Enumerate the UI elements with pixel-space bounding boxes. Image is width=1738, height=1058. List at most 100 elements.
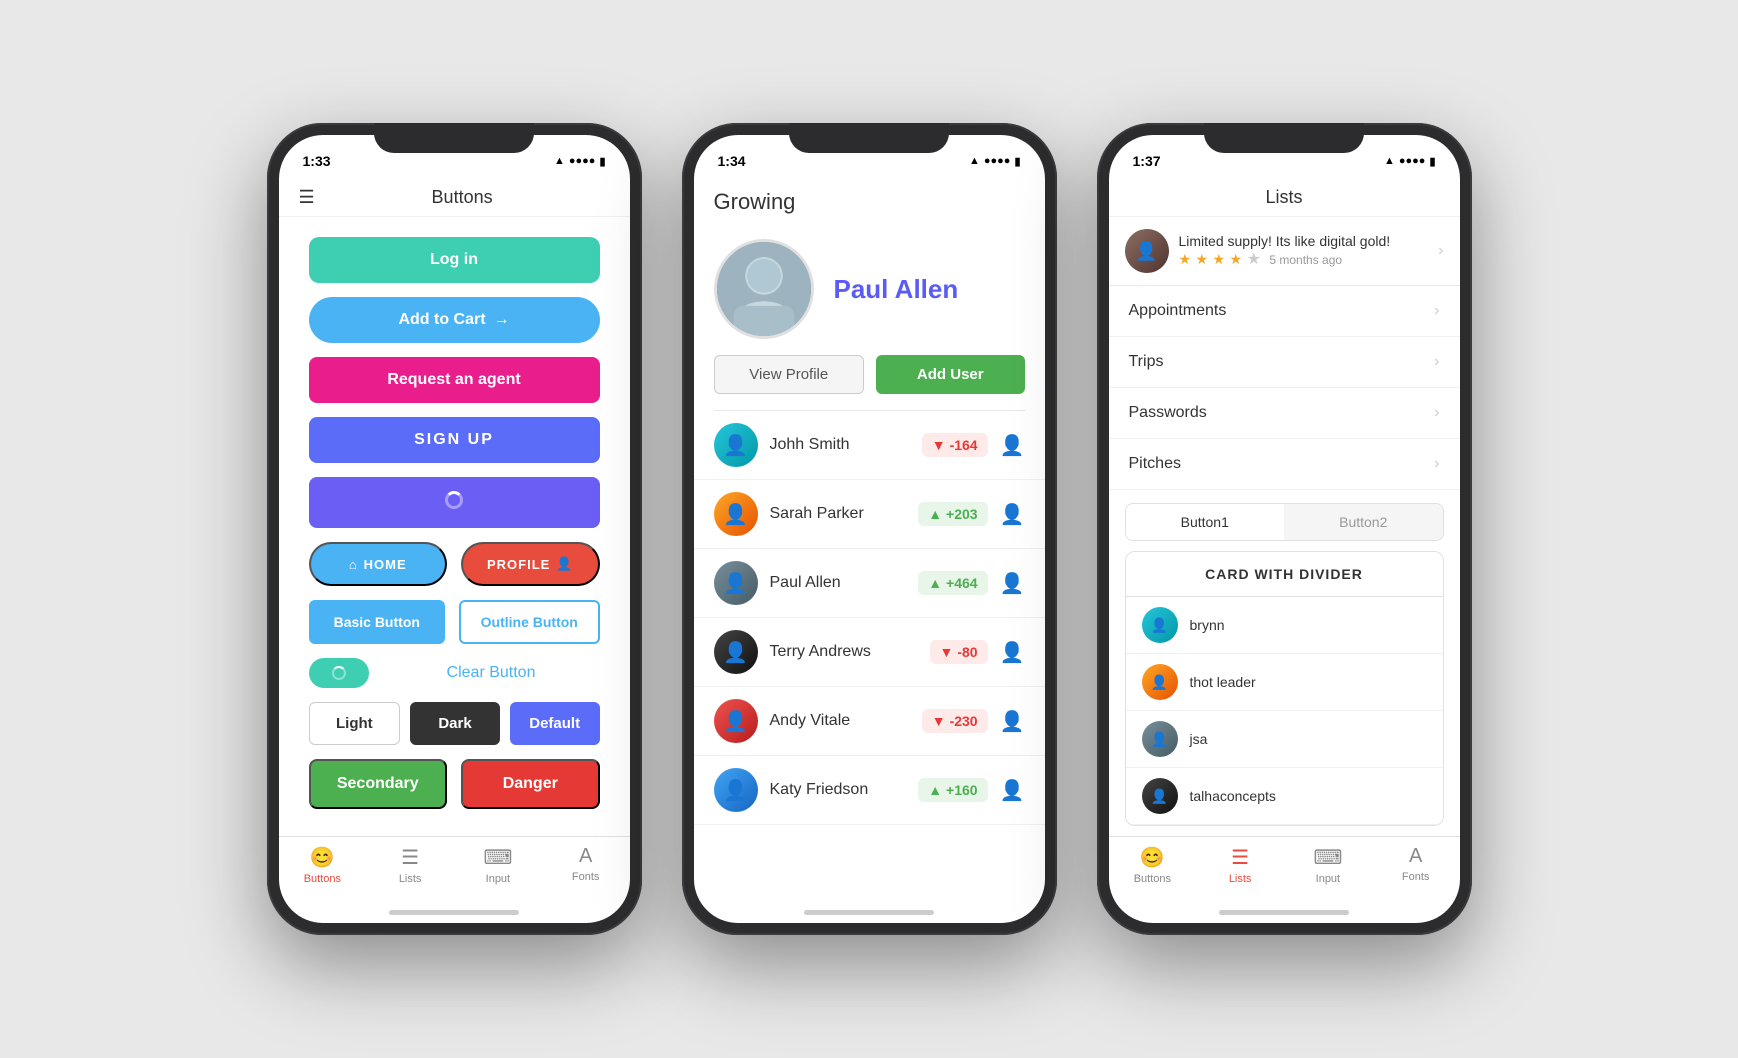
arrow-down-0: ▼ [932, 437, 946, 453]
home-label: HOME [364, 557, 407, 572]
notch-3 [1204, 123, 1364, 153]
promo-banner[interactable]: 👤 Limited supply! Its like digital gold!… [1109, 217, 1460, 286]
list-item-3[interactable]: Pitches › [1109, 439, 1460, 490]
input-tab-icon: ⌨ [483, 845, 512, 870]
list-items: Appointments › Trips › Passwords › Pitch… [1109, 286, 1460, 493]
spinner-icon [445, 491, 463, 509]
user-avatar-2: 👤 [714, 561, 758, 605]
user-name-0: Johh Smith [770, 436, 910, 454]
profile-action-buttons: View Profile Add User [694, 355, 1045, 410]
time-1: 1:33 [303, 153, 331, 169]
tab3-lists[interactable]: ☰ Lists [1196, 845, 1284, 885]
list-label-0: Appointments [1129, 302, 1435, 320]
outline-button[interactable]: Outline Button [459, 600, 600, 644]
add-user-button[interactable]: Add User [876, 355, 1025, 394]
score-val-5: +160 [946, 782, 978, 798]
list-item-0[interactable]: Appointments › [1109, 286, 1460, 337]
list-item-2[interactable]: Passwords › [1109, 388, 1460, 439]
score-val-0: -164 [950, 437, 978, 453]
list-item-1[interactable]: Trips › [1109, 337, 1460, 388]
secondary-button[interactable]: Secondary [309, 759, 448, 809]
user-avatar-1: 👤 [714, 492, 758, 536]
seg-button2[interactable]: Button2 [1284, 504, 1443, 540]
seg-button1[interactable]: Button1 [1126, 504, 1285, 540]
star-3: ★ [1213, 251, 1226, 267]
promo-time: 5 months ago [1269, 253, 1342, 267]
avatar-image [717, 239, 811, 339]
phone3-header: Lists [1109, 179, 1460, 217]
tab3-input[interactable]: ⌨ Input [1284, 845, 1372, 885]
toggle-clear-row: Clear Button [309, 658, 600, 688]
card-item-2: 👤 jsa [1126, 711, 1443, 768]
tab-fonts[interactable]: A Fonts [542, 845, 630, 885]
basic-button[interactable]: Basic Button [309, 600, 446, 644]
profile-name: Paul Allen [834, 274, 959, 305]
arrow-up-5: ▲ [928, 782, 942, 798]
user-row-5: 👤 Katy Friedson ▲ +160 👤 [694, 756, 1045, 825]
person-icon: 👤 [556, 556, 573, 572]
user-list: 👤 Johh Smith ▼ -164 👤 👤 Sarah Parker ▲ [694, 411, 1045, 889]
clear-button[interactable]: Clear Button [383, 664, 600, 682]
dark-button[interactable]: Dark [410, 702, 500, 745]
signup-button[interactable]: SIGN UP [309, 417, 600, 463]
loading-button[interactable] [309, 477, 600, 528]
app-title: Growing [714, 189, 1025, 215]
agent-button[interactable]: Request an agent [309, 357, 600, 403]
card-item-0: 👤 brynn [1126, 597, 1443, 654]
arrow-icon: → [494, 311, 510, 329]
score-3: ▼ -80 [930, 640, 988, 664]
tab-lists[interactable]: ☰ Lists [366, 845, 454, 885]
cart-button[interactable]: Add to Cart → [309, 297, 600, 343]
light-button[interactable]: Light [309, 702, 401, 745]
score-1: ▲ +203 [918, 502, 987, 526]
phones-container: 1:33 ▲ ●●●● ▮ ☰ Buttons Log in [267, 123, 1472, 935]
secondary-danger-row: Secondary Danger [309, 759, 600, 809]
light-dark-default-row: Light Dark Default [309, 702, 600, 745]
person-icon-4: 👤 [1000, 709, 1025, 734]
user-row-2: 👤 Paul Allen ▲ +464 👤 [694, 549, 1045, 618]
list-item-4[interactable]: Updates › [1109, 490, 1460, 493]
person-icon-3: 👤 [1000, 640, 1025, 665]
star-1: ★ [1179, 251, 1192, 267]
danger-button[interactable]: Danger [461, 759, 600, 809]
card-item-3: 👤 talhaconcepts [1126, 768, 1443, 825]
person-icon-5: 👤 [1000, 778, 1025, 803]
user-name-1: Sarah Parker [770, 505, 907, 523]
tab3-fonts[interactable]: A Fonts [1372, 845, 1460, 885]
promo-chevron: › [1438, 242, 1443, 260]
card-avatar-0: 👤 [1142, 607, 1178, 643]
signal-icon-3: ●●●● [1399, 155, 1426, 167]
phone1-header: ☰ Buttons [279, 179, 630, 217]
page-title-3: Lists [1265, 187, 1302, 208]
tab-buttons[interactable]: 😊 Buttons [279, 845, 367, 885]
card-title: CARD WITH DIVIDER [1126, 552, 1443, 597]
person-icon-1: 👤 [1000, 502, 1025, 527]
signal-icon-2: ●●●● [984, 155, 1011, 167]
cart-label: Add to Cart [398, 311, 485, 329]
card-avatar-2: 👤 [1142, 721, 1178, 757]
default-button[interactable]: Default [510, 702, 600, 745]
basic-outline-row: Basic Button Outline Button [309, 600, 600, 644]
card-name-0: brynn [1190, 617, 1225, 633]
promo-text: Limited supply! Its like digital gold! [1179, 233, 1429, 249]
tab3-buttons[interactable]: 😊 Buttons [1109, 845, 1197, 885]
login-button[interactable]: Log in [309, 237, 600, 283]
tab-input[interactable]: ⌨ Input [454, 845, 542, 885]
home-button[interactable]: ⌂ HOME [309, 542, 448, 586]
user-name-3: Terry Andrews [770, 643, 918, 661]
chevron-1: › [1434, 353, 1439, 371]
hamburger-icon[interactable]: ☰ [299, 187, 315, 208]
arrow-down-3: ▼ [940, 644, 954, 660]
list-label-3: Pitches [1129, 455, 1435, 473]
notch-1 [374, 123, 534, 153]
list-label-2: Passwords [1129, 404, 1435, 422]
toggle-button[interactable] [309, 658, 369, 688]
user-name-5: Katy Friedson [770, 781, 907, 799]
view-profile-button[interactable]: View Profile [714, 355, 865, 394]
signal-icon: ●●●● [569, 155, 596, 167]
card-name-2: jsa [1190, 731, 1208, 747]
time-3: 1:37 [1133, 153, 1161, 169]
user-name-4: Andy Vitale [770, 712, 910, 730]
profile-button[interactable]: PROFILE 👤 [461, 542, 600, 586]
chevron-2: › [1434, 404, 1439, 422]
